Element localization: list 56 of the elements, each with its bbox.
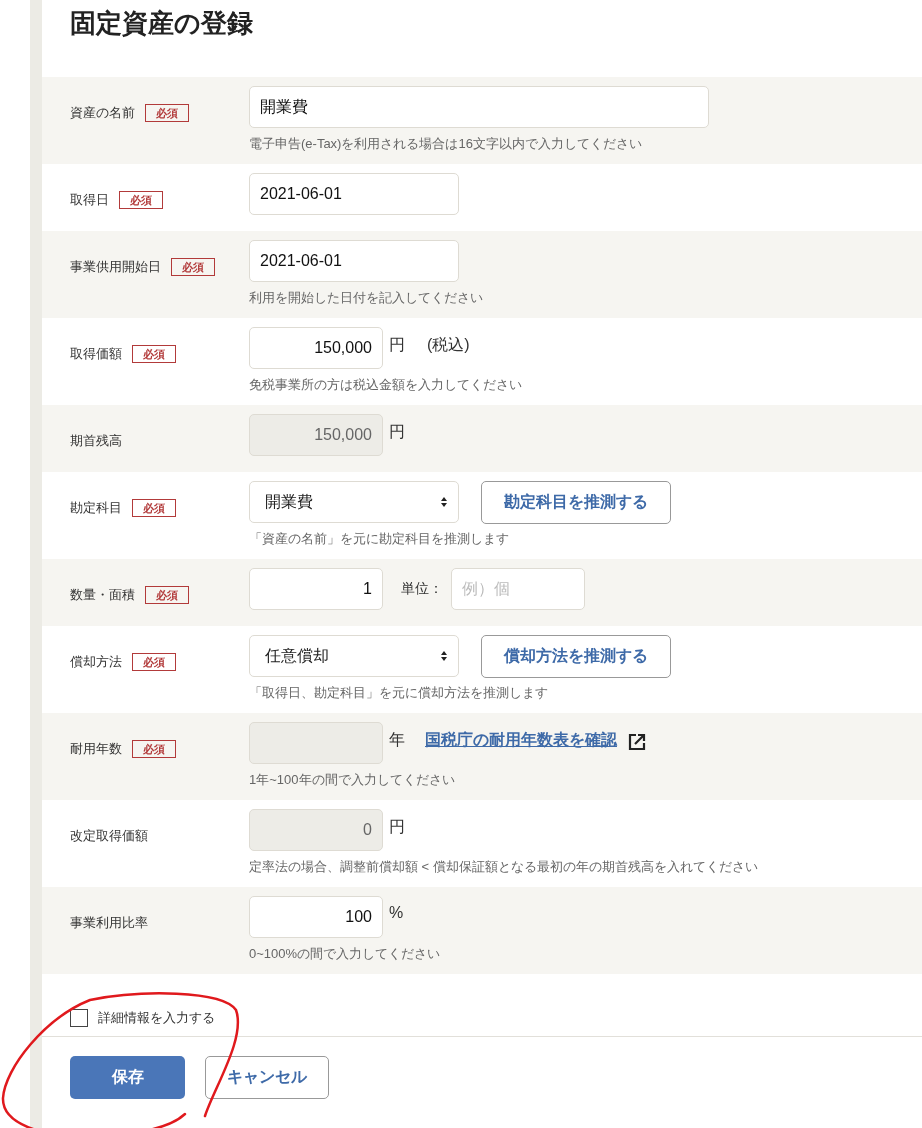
date-field[interactable]: 2021-06-01 — [249, 240, 459, 282]
field-hint: 「資産の名前」を元に勘定科目を推測します — [249, 530, 510, 548]
guess-button[interactable]: 償却方法を推測する — [481, 634, 671, 678]
field-label: 改定取得価額 — [70, 827, 148, 845]
field-hint: 1年~100年の間で入力してください — [249, 771, 456, 789]
number-field[interactable]: 100 — [249, 896, 383, 938]
field-hint: 「取得日、勘定科目」を元に償却方法を推測します — [249, 684, 549, 702]
tax-note: (税込) — [427, 335, 470, 355]
field-hint: 免税事業所の方は税込金額を入力してください — [249, 376, 523, 394]
required-badge: 必須 — [132, 740, 176, 758]
field-label: 数量・面積 — [70, 586, 135, 604]
page-title: 固定資産の登録 — [69, 7, 254, 40]
field-label: 期首残高 — [70, 432, 122, 450]
number-field: 0 — [249, 809, 383, 851]
unit-label: 年 — [389, 730, 405, 750]
reference-link[interactable]: 国税庁の耐用年数表を確認 — [425, 730, 617, 751]
number-field[interactable]: 150,000 — [249, 327, 383, 369]
field-hint: 電子申告(e-Tax)を利用される場合は16文字以内で入力してください — [249, 135, 643, 153]
external-link-icon[interactable] — [627, 732, 647, 752]
unit-field[interactable]: 例）個 — [451, 568, 585, 610]
unit-label: 円 — [389, 817, 405, 837]
required-badge: 必須 — [119, 191, 163, 209]
select-field[interactable]: 開業費 — [249, 481, 459, 523]
field-hint: 定率法の場合、調整前償却額 < 償却保証額となる最初の年の期首残高を入れてください — [249, 858, 759, 876]
field-label: 勘定科目 — [70, 499, 122, 517]
updown-caret-icon — [440, 650, 448, 662]
unit-label: 円 — [389, 335, 405, 355]
required-badge: 必須 — [145, 104, 189, 122]
field-label: 取得価額 — [70, 345, 122, 363]
date-field[interactable]: 2021-06-01 — [249, 173, 459, 215]
field-hint: 0~100%の間で入力してください — [249, 945, 442, 963]
checkbox-label[interactable]: 詳細情報を入力する — [98, 1009, 215, 1027]
unit-caption: 単位： — [401, 580, 443, 598]
number-field[interactable]: 1 — [249, 568, 383, 610]
required-badge: 必須 — [171, 258, 215, 276]
required-badge: 必須 — [132, 345, 176, 363]
updown-caret-icon — [440, 496, 448, 508]
save-button[interactable]: 保存 — [70, 1056, 185, 1099]
guess-button[interactable]: 勘定科目を推測する — [481, 480, 671, 524]
field-label: 事業利用比率 — [70, 914, 148, 932]
unit-label: 円 — [389, 422, 405, 442]
field-label: 資産の名前 — [70, 104, 135, 122]
cancel-button[interactable]: キャンセル — [205, 1056, 329, 1099]
field-label: 事業供用開始日 — [70, 258, 161, 276]
field-label: 取得日 — [70, 191, 109, 209]
field-label: 耐用年数 — [70, 740, 122, 758]
field-hint: 利用を開始した日付を記入してください — [249, 289, 484, 307]
unit-label: % — [389, 904, 404, 922]
text-field[interactable]: 開業費 — [249, 86, 709, 128]
number-field: 150,000 — [249, 414, 383, 456]
select-field[interactable]: 任意償却 — [249, 635, 459, 677]
checkbox[interactable] — [70, 1009, 88, 1027]
required-badge: 必須 — [145, 586, 189, 604]
required-badge: 必須 — [132, 499, 176, 517]
required-badge: 必須 — [132, 653, 176, 671]
field-label: 償却方法 — [70, 653, 122, 671]
